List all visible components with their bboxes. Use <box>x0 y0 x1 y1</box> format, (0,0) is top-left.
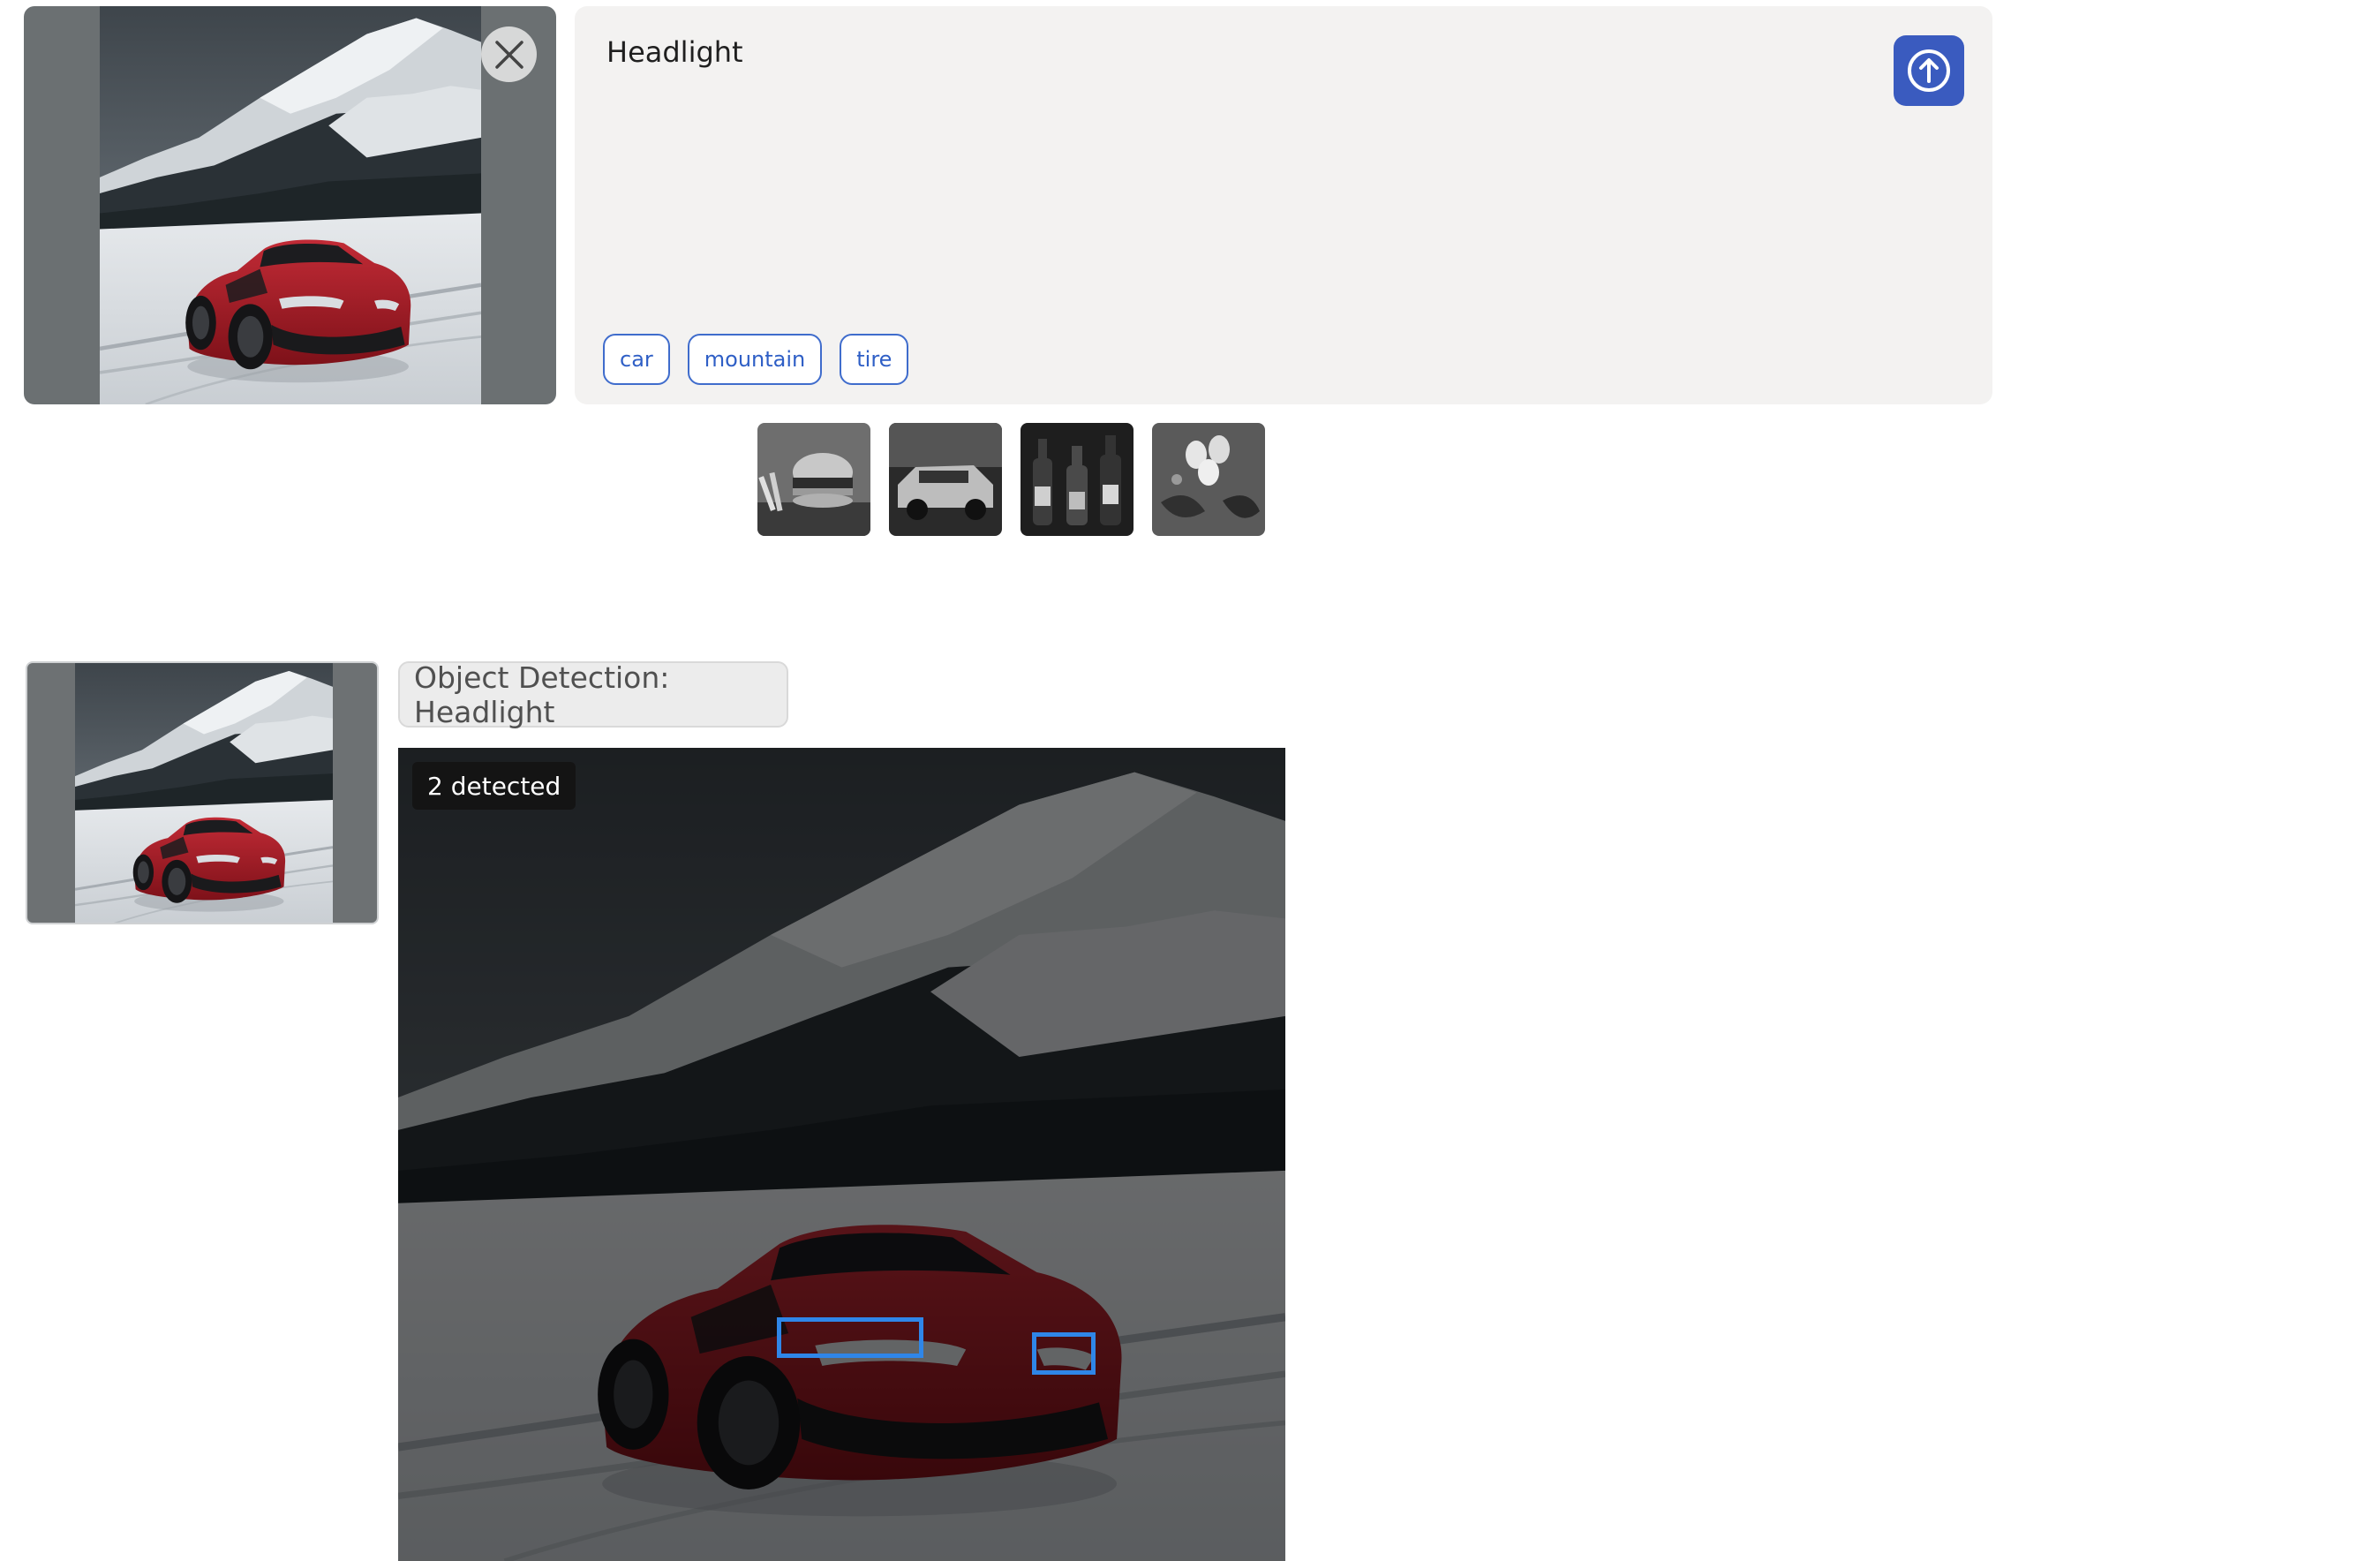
example-thumb-burger[interactable] <box>757 423 870 536</box>
chip-mountain[interactable]: mountain <box>687 334 823 385</box>
detection-box[interactable] <box>777 1317 923 1358</box>
chip-car[interactable]: car <box>603 334 670 385</box>
arrow-up-circle-icon <box>1908 49 1950 92</box>
submit-button[interactable] <box>1894 35 1964 106</box>
result-source-image <box>75 663 333 924</box>
result-source-thumbnail <box>26 661 379 924</box>
suggestion-chips: car mountain tire <box>603 334 909 385</box>
prompt-input[interactable]: Headlight <box>606 35 743 69</box>
chip-tire[interactable]: tire <box>840 334 909 385</box>
detected-count-badge: 2 detected <box>412 762 576 810</box>
uploaded-image <box>100 6 481 404</box>
example-thumb-wine-bottles[interactable] <box>1021 423 1134 536</box>
dim-overlay <box>398 748 1285 1561</box>
task-label: Object Detection: Headlight <box>398 660 788 729</box>
example-thumb-vintage-car[interactable] <box>889 423 1002 536</box>
example-thumb-eggs[interactable] <box>1152 423 1265 536</box>
detection-box[interactable] <box>1032 1332 1096 1375</box>
close-icon <box>494 40 523 69</box>
remove-image-button[interactable] <box>481 26 537 82</box>
detection-result-image <box>398 748 1285 1561</box>
